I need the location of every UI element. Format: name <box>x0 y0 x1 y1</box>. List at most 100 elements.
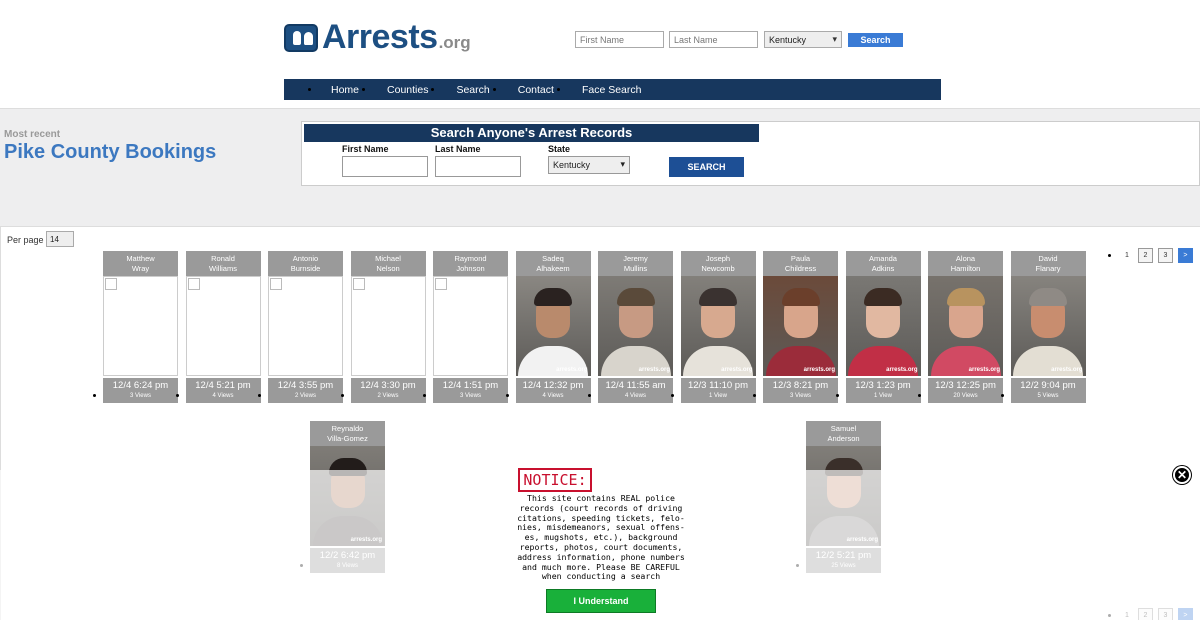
booking-name[interactable]: Samuel Anderson <box>806 421 881 446</box>
nav-search[interactable]: Search <box>456 84 496 96</box>
mugshot-photo[interactable]: arrests.org <box>763 276 838 376</box>
booking-card[interactable]: Paula Childress arrests.org 12/3 8:21 pm 3 V… <box>763 251 838 403</box>
booking-first-name[interactable]: Paula <box>763 254 838 264</box>
booking-last-name[interactable]: Johnson <box>433 264 508 274</box>
nav-face-search-label[interactable]: Face Search <box>582 84 642 96</box>
booking-card[interactable]: Alona Hamilton arrests.org 12/3 12:25 pm 20 … <box>928 251 1003 403</box>
photo-watermark: arrests.org <box>803 367 835 373</box>
last-name-field[interactable] <box>435 156 521 177</box>
booking-last-name[interactable]: Williams <box>186 264 261 274</box>
booking-name[interactable]: Antonio Burnside <box>268 251 343 276</box>
next-page-button[interactable]: > <box>1177 248 1193 263</box>
booking-card[interactable]: Antonio Burnside 12/4 3:55 pm 2 Views <box>268 251 343 403</box>
state-select[interactable]: Kentucky <box>548 156 630 174</box>
booking-name[interactable]: Raymond Johnson <box>433 251 508 276</box>
close-notice-icon[interactable]: ✕ <box>1173 466 1191 484</box>
booking-views: 1 View <box>709 393 727 399</box>
booking-first-name[interactable]: Samuel <box>806 424 881 434</box>
mugshot-photo[interactable]: arrests.org <box>680 276 756 376</box>
nav-search-label[interactable]: Search <box>456 84 489 96</box>
booking-last-name[interactable]: Flanary <box>1011 264 1086 274</box>
booking-first-name[interactable]: Reynaldo <box>310 424 385 434</box>
nav-counties-label[interactable]: Counties <box>387 84 428 96</box>
booking-name[interactable]: Paula Childress <box>763 251 838 276</box>
booking-card[interactable]: Ronald Williams 12/4 5:21 pm 4 Views <box>185 251 261 403</box>
page-1-link[interactable]: 1 <box>1125 252 1129 259</box>
booking-last-name[interactable]: Newcomb <box>681 264 756 274</box>
nav-face-search[interactable]: Face Search <box>582 84 642 96</box>
nav-counties[interactable]: Counties <box>387 84 435 96</box>
i-understand-button[interactable]: I Understand <box>546 589 656 613</box>
broken-image-placeholder[interactable] <box>350 276 426 376</box>
photo-watermark: arrests.org <box>721 367 753 373</box>
search-submit-button[interactable]: SEARCH <box>669 157 744 177</box>
booking-first-name[interactable]: Alona <box>928 254 1003 264</box>
booking-name[interactable]: Reynaldo Villa-Gomez <box>310 421 385 446</box>
mugshot-photo[interactable]: arrests.org <box>928 276 1003 376</box>
booking-first-name[interactable]: Antonio <box>268 254 343 264</box>
booking-last-name[interactable]: Burnside <box>268 264 343 274</box>
booking-last-name[interactable]: Villa-Gomez <box>310 434 385 444</box>
first-name-label: First Name <box>342 144 389 154</box>
nav-contact[interactable]: Contact <box>518 84 560 96</box>
booking-first-name[interactable]: Raymond <box>433 254 508 264</box>
booking-first-name[interactable]: Sadeq <box>516 254 591 264</box>
booking-first-name[interactable]: Jeremy <box>598 254 673 264</box>
mugshot-photo[interactable]: arrests.org <box>598 276 673 376</box>
broken-image-placeholder[interactable] <box>268 276 343 376</box>
booking-last-name[interactable]: Anderson <box>806 434 881 444</box>
booking-last-name[interactable]: Nelson <box>351 264 426 274</box>
booking-card[interactable]: David Flanary arrests.org 12/2 9:04 pm 5 Vie… <box>1010 251 1086 403</box>
booking-first-name[interactable]: Joseph <box>681 254 756 264</box>
booking-name[interactable]: Alona Hamilton <box>928 251 1003 276</box>
booking-first-name[interactable]: David <box>1011 254 1086 264</box>
booking-card[interactable]: Raymond Johnson 12/4 1:51 pm 3 Views <box>433 251 508 403</box>
first-name-field[interactable] <box>342 156 428 177</box>
mugshot-photo[interactable]: arrests.org <box>845 276 921 376</box>
pager-bullet <box>1108 254 1111 257</box>
booking-card[interactable]: Sadeq Alhakeem arrests.org 12/4 12:32 pm 4 V… <box>515 251 591 403</box>
header-first-name-input[interactable]: First Name <box>575 31 664 48</box>
booking-name[interactable]: Jeremy Mullins <box>598 251 673 276</box>
booking-card[interactable]: Michael Nelson 12/4 3:30 pm 2 Views <box>350 251 426 403</box>
booking-first-name[interactable]: Ronald <box>186 254 261 264</box>
mugshot-photo[interactable]: arrests.org <box>515 276 591 376</box>
page-2-link[interactable]: 2 <box>1137 248 1153 263</box>
booking-last-name[interactable]: Childress <box>763 264 838 274</box>
header-search-button[interactable]: Search <box>848 33 903 47</box>
broken-image-placeholder[interactable] <box>433 276 508 376</box>
booking-last-name[interactable]: Hamilton <box>928 264 1003 274</box>
nav-contact-label[interactable]: Contact <box>518 84 554 96</box>
booking-name[interactable]: Matthew Wray <box>103 251 178 276</box>
booking-last-name[interactable]: Wray <box>103 264 178 274</box>
broken-image-placeholder[interactable] <box>103 276 178 376</box>
booking-name[interactable]: Joseph Newcomb <box>680 251 756 276</box>
booking-card[interactable]: Joseph Newcomb arrests.org 12/3 11:10 pm 1 V… <box>680 251 756 403</box>
mugshot-photo[interactable]: arrests.org <box>1010 276 1086 376</box>
nav-home-label[interactable]: Home <box>331 84 359 96</box>
booking-card[interactable]: Amanda Adkins arrests.org 12/3 1:23 pm 1 Vie… <box>845 251 921 403</box>
nav-home[interactable]: Home <box>331 84 366 96</box>
booking-name[interactable]: Amanda Adkins <box>845 251 921 276</box>
broken-image-placeholder[interactable] <box>185 276 261 376</box>
booking-first-name[interactable]: Michael <box>351 254 426 264</box>
per-page-select[interactable]: 14 <box>46 231 74 247</box>
booking-first-name[interactable]: Matthew <box>103 254 178 264</box>
booking-last-name[interactable]: Mullins <box>598 264 673 274</box>
booking-time: 12/2 9:04 pm <box>1020 380 1076 391</box>
booking-card[interactable]: Matthew Wray 12/4 6:24 pm 3 Views <box>103 251 178 403</box>
booking-last-name[interactable]: Adkins <box>846 264 921 274</box>
booking-meta: 12/3 12:25 pm 20 Views <box>928 378 1003 403</box>
header-state-select[interactable]: Kentucky <box>764 31 842 48</box>
booking-name[interactable]: David Flanary <box>1010 251 1086 276</box>
header-last-name-input[interactable]: Last Name <box>669 31 758 48</box>
site-logo[interactable]: Arrests .org <box>284 20 471 54</box>
booking-name[interactable]: Ronald Williams <box>185 251 261 276</box>
booking-name[interactable]: Sadeq Alhakeem <box>515 251 591 276</box>
notice-line: when conducting a search <box>541 571 661 582</box>
booking-last-name[interactable]: Alhakeem <box>516 264 591 274</box>
booking-card[interactable]: Jeremy Mullins arrests.org 12/4 11:55 am 4 V… <box>598 251 673 403</box>
booking-first-name[interactable]: Amanda <box>846 254 921 264</box>
page-3-link[interactable]: 3 <box>1157 248 1173 263</box>
booking-name[interactable]: Michael Nelson <box>350 251 426 276</box>
